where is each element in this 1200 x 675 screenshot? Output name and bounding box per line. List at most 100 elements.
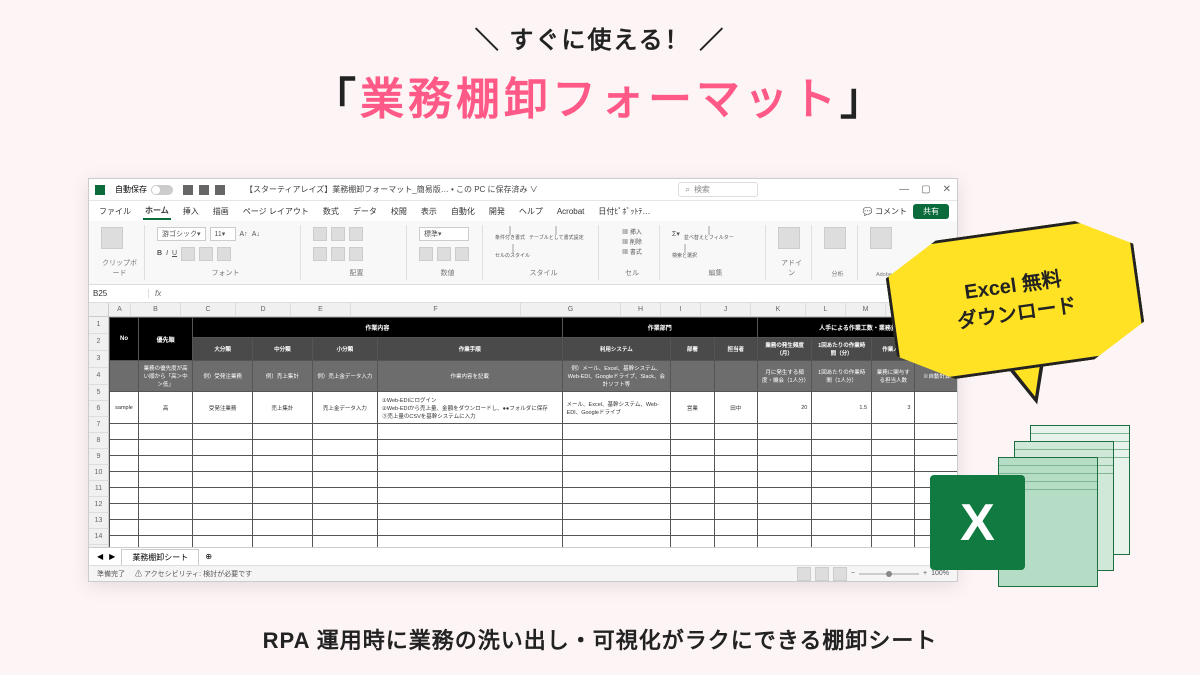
table-row[interactable]: 5 bbox=[110, 488, 958, 504]
column-header[interactable]: H bbox=[621, 303, 661, 316]
font-name-select[interactable]: 游ゴシック ▾ bbox=[157, 227, 206, 241]
sheet-tab-active[interactable]: 業務棚卸シート bbox=[121, 549, 199, 565]
bold-button[interactable]: B bbox=[157, 250, 162, 257]
row-header[interactable]: 2 bbox=[89, 334, 109, 351]
ribbon-tab-13[interactable]: 日付ﾋﾟﾎﾞｯﾄﾃ… bbox=[596, 204, 652, 219]
ribbon-tab-2[interactable]: 挿入 bbox=[181, 204, 201, 219]
align-left-icon[interactable] bbox=[313, 247, 327, 261]
comments-button[interactable]: 💬 コメント bbox=[863, 206, 907, 217]
view-pagelayout-icon[interactable] bbox=[815, 567, 829, 581]
column-header[interactable]: A bbox=[109, 303, 131, 316]
save-icon[interactable] bbox=[183, 185, 193, 195]
zoom-out-button[interactable]: − bbox=[851, 570, 855, 577]
addins-icon[interactable] bbox=[778, 227, 800, 249]
column-header[interactable]: K bbox=[751, 303, 806, 316]
decrease-font-icon[interactable]: A↓ bbox=[252, 231, 260, 238]
ribbon-tab-11[interactable]: ヘルプ bbox=[517, 204, 545, 219]
fx-icon[interactable]: fx bbox=[149, 289, 167, 298]
share-button[interactable]: 共有 bbox=[913, 204, 949, 219]
row-header[interactable]: 11 bbox=[89, 481, 109, 497]
name-box[interactable]: B25 bbox=[89, 289, 149, 298]
sheet-nav-prev-icon[interactable]: ◀ bbox=[97, 552, 103, 561]
row-header[interactable]: 3 bbox=[89, 351, 109, 368]
fill-color-icon[interactable] bbox=[199, 247, 213, 261]
ribbon-tab-6[interactable]: データ bbox=[351, 204, 379, 219]
document-title[interactable]: 【スターティアレイズ】業務棚卸フォーマット_簡易版… • この PC に保存済み… bbox=[245, 184, 538, 195]
paste-icon[interactable] bbox=[101, 227, 123, 249]
font-color-icon[interactable] bbox=[217, 247, 231, 261]
table-row[interactable]: 8 bbox=[110, 536, 958, 548]
maximize-icon[interactable]: ▢ bbox=[921, 184, 930, 195]
percent-icon[interactable] bbox=[437, 247, 451, 261]
row-header[interactable]: 7 bbox=[89, 417, 109, 433]
pdf-icon[interactable] bbox=[870, 227, 892, 249]
column-header[interactable]: M bbox=[846, 303, 886, 316]
column-header[interactable]: G bbox=[521, 303, 621, 316]
ribbon-tab-8[interactable]: 表示 bbox=[419, 204, 439, 219]
font-size-select[interactable]: 11 ▾ bbox=[210, 227, 236, 241]
column-header[interactable]: I bbox=[661, 303, 701, 316]
row-header[interactable]: 4 bbox=[89, 368, 109, 385]
zoom-slider[interactable] bbox=[859, 573, 919, 575]
redo-icon[interactable] bbox=[215, 185, 225, 195]
ribbon-tab-4[interactable]: ページ レイアウト bbox=[241, 204, 311, 219]
row-header[interactable]: 1 bbox=[89, 317, 109, 334]
row-header[interactable]: 6 bbox=[89, 401, 109, 417]
currency-icon[interactable] bbox=[419, 247, 433, 261]
row-header[interactable]: 14 bbox=[89, 529, 109, 545]
close-icon[interactable]: ✕ bbox=[943, 184, 951, 195]
column-header[interactable]: D bbox=[236, 303, 291, 316]
row-header[interactable]: 9 bbox=[89, 449, 109, 465]
increase-font-icon[interactable]: A↑ bbox=[240, 231, 248, 238]
border-icon[interactable] bbox=[181, 247, 195, 261]
zoom-in-button[interactable]: + bbox=[923, 570, 927, 577]
column-header[interactable]: C bbox=[181, 303, 236, 316]
ribbon-tab-10[interactable]: 開発 bbox=[487, 204, 507, 219]
sheet-nav-next-icon[interactable]: ▶ bbox=[109, 552, 115, 561]
align-bottom-icon[interactable] bbox=[349, 227, 363, 241]
row-header[interactable]: 12 bbox=[89, 497, 109, 513]
table-row[interactable]: 4 bbox=[110, 472, 958, 488]
insert-cells-button[interactable]: ▦ 挿入 bbox=[622, 227, 642, 236]
format-cells-button[interactable]: ▦ 書式 bbox=[622, 247, 642, 256]
status-accessibility[interactable]: ⚠ アクセシビリティ: 検討が必要です bbox=[135, 569, 252, 579]
spreadsheet-grid[interactable]: ABCDEFGHIJKLMN 12345678910111213141516 N… bbox=[89, 303, 957, 547]
align-middle-icon[interactable] bbox=[331, 227, 345, 241]
align-right-icon[interactable] bbox=[349, 247, 363, 261]
row-header[interactable]: 10 bbox=[89, 465, 109, 481]
align-top-icon[interactable] bbox=[313, 227, 327, 241]
view-pagebreak-icon[interactable] bbox=[833, 567, 847, 581]
underline-button[interactable]: U bbox=[172, 250, 177, 257]
column-header[interactable]: J bbox=[701, 303, 751, 316]
number-format-select[interactable]: 標準 ▾ bbox=[419, 227, 469, 241]
quick-access-toolbar[interactable] bbox=[183, 185, 225, 195]
analysis-icon[interactable] bbox=[824, 227, 846, 249]
ribbon-tab-12[interactable]: Acrobat bbox=[555, 205, 587, 218]
autosave-toggle[interactable]: 自動保存 bbox=[115, 184, 173, 195]
italic-button[interactable]: I bbox=[166, 250, 168, 257]
new-sheet-button[interactable]: ⊕ bbox=[205, 552, 212, 561]
column-header[interactable]: E bbox=[291, 303, 351, 316]
column-header[interactable]: F bbox=[351, 303, 521, 316]
minimize-icon[interactable]: — bbox=[899, 184, 909, 195]
ribbon-tab-3[interactable]: 描画 bbox=[211, 204, 231, 219]
ribbon-tab-9[interactable]: 自動化 bbox=[449, 204, 477, 219]
sample-data-row[interactable]: sample 高 受発注業務 売上集計 売上金データ入力 ①Web-EDIにログ… bbox=[110, 392, 958, 424]
table-row[interactable]: 7 bbox=[110, 520, 958, 536]
undo-icon[interactable] bbox=[199, 185, 209, 195]
search-input[interactable]: ⌕ 検索 bbox=[678, 182, 758, 197]
ribbon-tab-7[interactable]: 校閲 bbox=[389, 204, 409, 219]
table-row[interactable]: 1 bbox=[110, 424, 958, 440]
ribbon-tab-0[interactable]: ファイル bbox=[97, 204, 133, 219]
align-center-icon[interactable] bbox=[331, 247, 345, 261]
table-row[interactable]: 3 bbox=[110, 456, 958, 472]
column-header[interactable]: L bbox=[806, 303, 846, 316]
comma-icon[interactable] bbox=[455, 247, 469, 261]
table-row[interactable]: 6 bbox=[110, 504, 958, 520]
table-row[interactable]: 2 bbox=[110, 440, 958, 456]
ribbon-tab-1[interactable]: ホーム bbox=[143, 203, 171, 220]
row-header[interactable]: 5 bbox=[89, 385, 109, 401]
row-header[interactable]: 8 bbox=[89, 433, 109, 449]
row-header[interactable]: 13 bbox=[89, 513, 109, 529]
view-normal-icon[interactable] bbox=[797, 567, 811, 581]
